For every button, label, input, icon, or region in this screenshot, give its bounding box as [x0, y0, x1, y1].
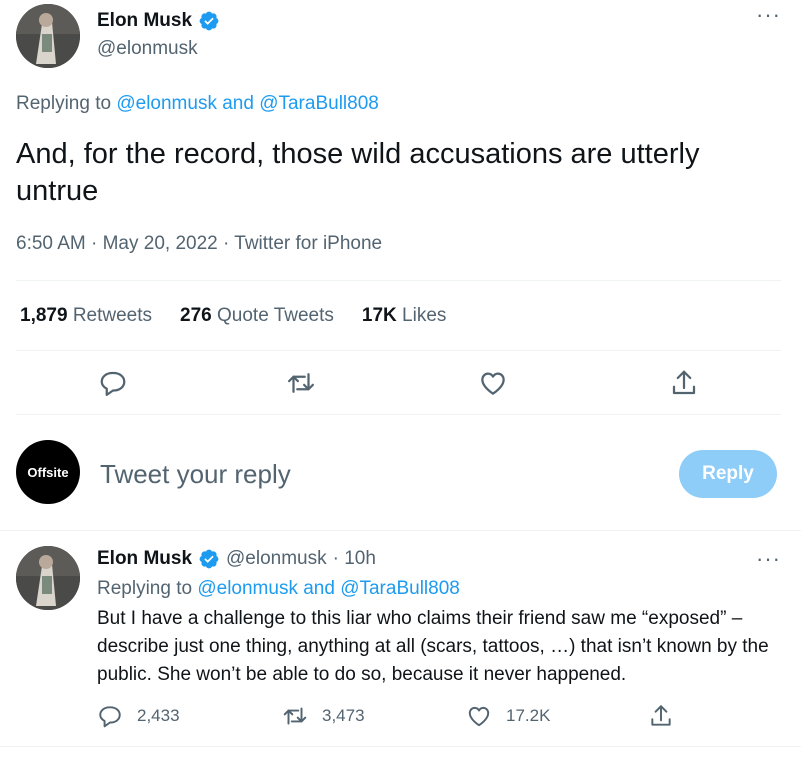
more-icon[interactable]: ···	[756, 4, 781, 26]
reply-button[interactable]: Reply	[679, 450, 777, 498]
author-name-text[interactable]: Elon Musk	[97, 10, 192, 32]
composer-avatar[interactable]: Offsite	[16, 440, 80, 504]
likes-stat[interactable]: 17K Likes	[362, 305, 447, 327]
reply-action[interactable]: 2,433	[97, 703, 180, 729]
author-avatar[interactable]	[16, 4, 80, 68]
retweet-count: 3,473	[322, 706, 365, 725]
retweet-icon[interactable]	[286, 368, 316, 398]
like-icon[interactable]	[478, 368, 508, 398]
reply-replying-to: Replying to @elonmusk and @TaraBull808	[97, 578, 460, 600]
reply-text: But I have a challenge to this liar who …	[97, 608, 769, 685]
reply-icon[interactable]	[97, 703, 123, 729]
divider	[16, 350, 781, 351]
reply-author-line: Elon Musk @elonmusk · 10h	[97, 548, 376, 570]
replying-prefix: Replying to	[16, 93, 117, 114]
likes-label: Likes	[402, 305, 447, 326]
divider	[0, 746, 801, 747]
author-name[interactable]: Elon Musk	[97, 10, 220, 32]
reply-author-handle[interactable]: @elonmusk	[226, 548, 327, 570]
replying-to-link[interactable]: @elonmusk and @TaraBull808	[116, 93, 379, 114]
retweets-label: Retweets	[72, 305, 153, 326]
likes-count: 17K	[361, 305, 397, 326]
reply-time[interactable]: · 10h	[333, 548, 376, 570]
share-icon[interactable]	[669, 368, 699, 398]
tweet-stats: 1,879 Retweets 276 Quote Tweets 17K Like…	[20, 305, 446, 327]
composer-avatar-text: Offsite	[27, 464, 69, 480]
tweet-text: And, for the record, those wild accusati…	[16, 138, 700, 207]
reply-icon[interactable]	[98, 368, 128, 398]
like-count: 17.2K	[506, 706, 551, 725]
share-icon[interactable]	[648, 703, 674, 729]
more-icon[interactable]: ···	[756, 548, 781, 570]
retweet-icon[interactable]	[282, 703, 308, 729]
author-handle[interactable]: @elonmusk	[97, 38, 198, 60]
share-action[interactable]	[648, 703, 674, 729]
retweets-stat[interactable]: 1,879 Retweets	[20, 305, 152, 327]
verified-badge-icon	[198, 10, 220, 32]
replying-to: Replying to @elonmusk and @TaraBull808	[16, 93, 379, 115]
reply-author-name[interactable]: Elon Musk	[97, 548, 192, 570]
divider	[16, 414, 781, 415]
retweets-count: 1,879	[20, 305, 68, 326]
reply-author-avatar[interactable]	[16, 546, 80, 610]
reply-input[interactable]: Tweet your reply	[100, 459, 660, 490]
reply-count: 2,433	[137, 706, 180, 725]
like-icon[interactable]	[466, 703, 492, 729]
quotes-label: Quote Tweets	[217, 305, 334, 326]
verified-badge-icon	[198, 548, 220, 570]
reply-replying-prefix: Replying to	[97, 578, 198, 599]
retweet-action[interactable]: 3,473	[282, 703, 365, 729]
quotes-count: 276	[180, 305, 212, 326]
quotes-stat[interactable]: 276 Quote Tweets	[180, 305, 334, 327]
divider	[16, 280, 781, 281]
reply-replying-to-link[interactable]: @elonmusk and @TaraBull808	[197, 578, 460, 599]
divider	[0, 530, 801, 531]
tweet-meta[interactable]: 6:50 AM · May 20, 2022 · Twitter for iPh…	[16, 233, 382, 255]
like-action[interactable]: 17.2K	[466, 703, 550, 729]
